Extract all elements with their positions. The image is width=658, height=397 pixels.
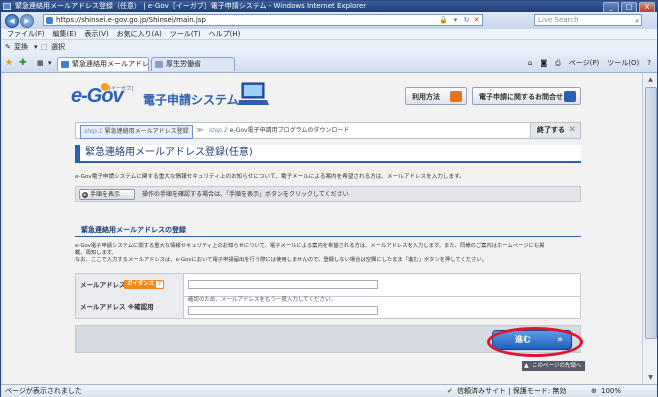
address-bar-area: ◀ ▶ https://shinsei.e-gov.go.jp/Shinsei/… bbox=[1, 12, 657, 29]
step-indicator: step.1 緊急連絡用メールアドレス登録 ≫ step.2 e-Gov電子申請… bbox=[75, 122, 581, 139]
help-icon[interactable]: ? bbox=[647, 58, 651, 68]
home-icon[interactable]: ⌂ bbox=[528, 58, 532, 68]
close-x-icon: ✕ bbox=[568, 125, 576, 135]
ie-icon bbox=[3, 3, 11, 10]
menu-edit[interactable]: 編集(E) bbox=[53, 29, 77, 39]
zoom-level[interactable]: 100% bbox=[601, 385, 621, 397]
tab-page-icon bbox=[61, 61, 69, 68]
building-icon bbox=[564, 91, 576, 102]
confirm-row: メールアドレス ※確認用 確認のため、メールアドレスをもう一度入力してください。 bbox=[76, 296, 580, 318]
step-1: step.1 緊急連絡用メールアドレス登録 bbox=[80, 125, 193, 139]
scroll-down-icon[interactable]: ▼ bbox=[646, 373, 655, 382]
scroll-up-icon[interactable]: ▲ bbox=[646, 75, 655, 84]
zoom-icon[interactable]: ⊕ bbox=[591, 385, 597, 397]
play-icon: ▸ bbox=[82, 192, 88, 198]
up-arrow-icon: ▲ bbox=[524, 362, 529, 369]
browser-window: 緊急連絡用メールアドレス登録（任意） | e-Gov［イーガブ］電子申請システム… bbox=[0, 0, 658, 397]
menu-bar: ファイル(F) 編集(E) 表示(V) お気に入り(A) ツール(T) ヘルプ(… bbox=[1, 29, 657, 40]
inquiry-button[interactable]: 電子申請に関するお問合せ bbox=[472, 87, 581, 105]
refresh-icon[interactable]: ↻ bbox=[462, 16, 471, 25]
tab-active-label: 緊急連絡用メールアドレ... bbox=[72, 60, 149, 68]
add-favorite-icon[interactable]: ✚ bbox=[19, 58, 27, 68]
logo-dot bbox=[101, 83, 109, 91]
select-icon[interactable]: ⬚ bbox=[41, 40, 48, 54]
lock-icon[interactable]: 🔒 bbox=[439, 16, 448, 25]
address-field[interactable]: https://shinsei.e-gov.go.jp/Shinsei/main… bbox=[43, 14, 483, 26]
tab-mhlw[interactable]: 厚生労働省 bbox=[151, 57, 235, 71]
inquiry-button-label: 電子申請に関するお問合せ bbox=[479, 93, 563, 101]
scroll-thumb[interactable] bbox=[645, 87, 657, 339]
status-bar: ページが表示されました ✔ 信頼済みサイト | 保護モード: 無効 ⊕ 100% bbox=[1, 384, 657, 397]
menu-help[interactable]: ヘルプ(H) bbox=[209, 29, 241, 39]
print-icon[interactable]: ⎙ bbox=[555, 58, 561, 68]
status-text: ページが表示されました bbox=[5, 387, 82, 395]
convert-dropdown-icon[interactable]: ▾ bbox=[34, 40, 38, 54]
page-menu[interactable]: ページ(P) bbox=[569, 58, 600, 68]
usage-button-label: 利用方法 bbox=[412, 93, 440, 101]
section-title: 緊急連絡用メールアドレスの登録 bbox=[75, 224, 581, 237]
vertical-scrollbar[interactable]: ▲ ▼ bbox=[642, 73, 657, 384]
highlight-circle bbox=[487, 327, 583, 357]
extra-toolbar: ✎ 変換 ▾ ⬚ 選択 bbox=[1, 40, 657, 55]
forward-button[interactable]: ▶ bbox=[20, 14, 34, 28]
intro-text: e-Gov電子申請システムに関する重大な情報セキュリティ上のお知らせについて、電… bbox=[75, 174, 465, 180]
check-icon: ✔ bbox=[447, 387, 453, 395]
page-content: e-Gov [イーガブ] 電子申請システム 利用方法 電子申請に関するお問合せ … bbox=[3, 73, 642, 384]
step-2: step.2 e-Gov電子申請用プログラムのダウンロード bbox=[209, 127, 350, 134]
tab-list-icon[interactable]: ▦ bbox=[37, 59, 44, 67]
email-label: メールアドレス ガイダンス ? bbox=[76, 274, 184, 296]
section-description: e-Gov電子申請システムに関する重大な情報セキュリティ上のお知らせについて、電… bbox=[75, 243, 545, 263]
email-row: メールアドレス ガイダンス ? bbox=[76, 274, 580, 297]
stop-icon[interactable]: ✕ bbox=[472, 16, 481, 25]
menu-view[interactable]: 表示(V) bbox=[84, 29, 108, 39]
favorites-star-icon[interactable]: ★ bbox=[5, 58, 13, 68]
email-input[interactable] bbox=[188, 280, 378, 289]
security-zone: 信頼済みサイト | 保護モード: 無効 bbox=[457, 387, 567, 395]
dropdown-icon[interactable]: ▾ bbox=[451, 16, 460, 25]
show-procedure-button[interactable]: ▸ 手順を表示 bbox=[79, 189, 135, 200]
tab-list-dropdown-icon[interactable]: ▾ bbox=[48, 59, 52, 67]
feeds-icon[interactable]: ◙ bbox=[540, 58, 547, 68]
title-bar: 緊急連絡用メールアドレス登録（任意） | e-Gov［イーガブ］電子申請システム… bbox=[1, 1, 657, 13]
tab-bar: ★ ✚ ▦ ▾ 緊急連絡用メールアドレ... 厚生労働省 ⌂ ◙ ⎙ ページ(P… bbox=[1, 54, 657, 73]
search-icon[interactable]: ⌕ bbox=[635, 16, 639, 27]
tools-menu[interactable]: ツール(O) bbox=[607, 58, 639, 68]
menu-favorites[interactable]: お気に入り(A) bbox=[117, 29, 162, 39]
tab-mhlw-label: 厚生労働省 bbox=[166, 60, 201, 68]
page-title: 緊急連絡用メールアドレス登録(任意) bbox=[75, 145, 581, 163]
book-icon bbox=[450, 91, 462, 102]
confirm-email-input[interactable] bbox=[188, 306, 378, 315]
page-icon bbox=[46, 17, 53, 24]
procedure-text: 操作の手順を確認する場合は、「手順を表示」ボタンをクリックしてください bbox=[142, 191, 349, 198]
back-button[interactable]: ◀ bbox=[5, 14, 19, 28]
confirm-email-label: メールアドレス ※確認用 bbox=[76, 296, 184, 318]
url-text: https://shinsei.e-gov.go.jp/Shinsei/main… bbox=[56, 16, 206, 24]
usage-button[interactable]: 利用方法 bbox=[405, 87, 467, 105]
question-icon: ? bbox=[156, 281, 164, 288]
command-bar: ⌂ ◙ ⎙ ページ(P) ツール(O) ? bbox=[528, 58, 651, 68]
step-arrow-icon: ≫ bbox=[196, 126, 204, 134]
logo-reading: [イーガブ] bbox=[109, 86, 133, 92]
window-title: 緊急連絡用メールアドレス登録（任意） | e-Gov［イーガブ］電子申請システム… bbox=[15, 2, 367, 10]
laptop-icon bbox=[238, 82, 269, 105]
search-placeholder: Live Search bbox=[538, 16, 579, 24]
end-button[interactable]: 終了する ✕ bbox=[530, 123, 580, 138]
email-form: メールアドレス ガイダンス ? メールアドレス ※確認用 確認のため、メールアド… bbox=[75, 273, 581, 319]
convert-icon[interactable]: ✎ bbox=[5, 40, 11, 54]
search-input[interactable]: Live Search ⌕ bbox=[534, 14, 642, 26]
tab-page-icon bbox=[155, 61, 163, 68]
confirm-hint: 確認のため、メールアドレスをもう一度入力してください。 bbox=[188, 297, 337, 303]
menu-tools[interactable]: ツール(T) bbox=[170, 29, 201, 39]
convert-button[interactable]: 変換 bbox=[14, 40, 28, 54]
tab-active[interactable]: 緊急連絡用メールアドレ... bbox=[57, 57, 149, 71]
procedure-bar: ▸ 手順を表示 操作の手順を確認する場合は、「手順を表示」ボタンをクリックしてく… bbox=[75, 186, 581, 202]
select-button[interactable]: 選択 bbox=[51, 40, 65, 54]
system-name: 電子申請システム bbox=[143, 93, 239, 107]
menu-file[interactable]: ファイル(F) bbox=[7, 29, 45, 39]
guidance-button[interactable]: ガイダンス ? bbox=[124, 280, 165, 289]
page-top-link[interactable]: ▲ このページの先頭へ bbox=[522, 361, 586, 371]
